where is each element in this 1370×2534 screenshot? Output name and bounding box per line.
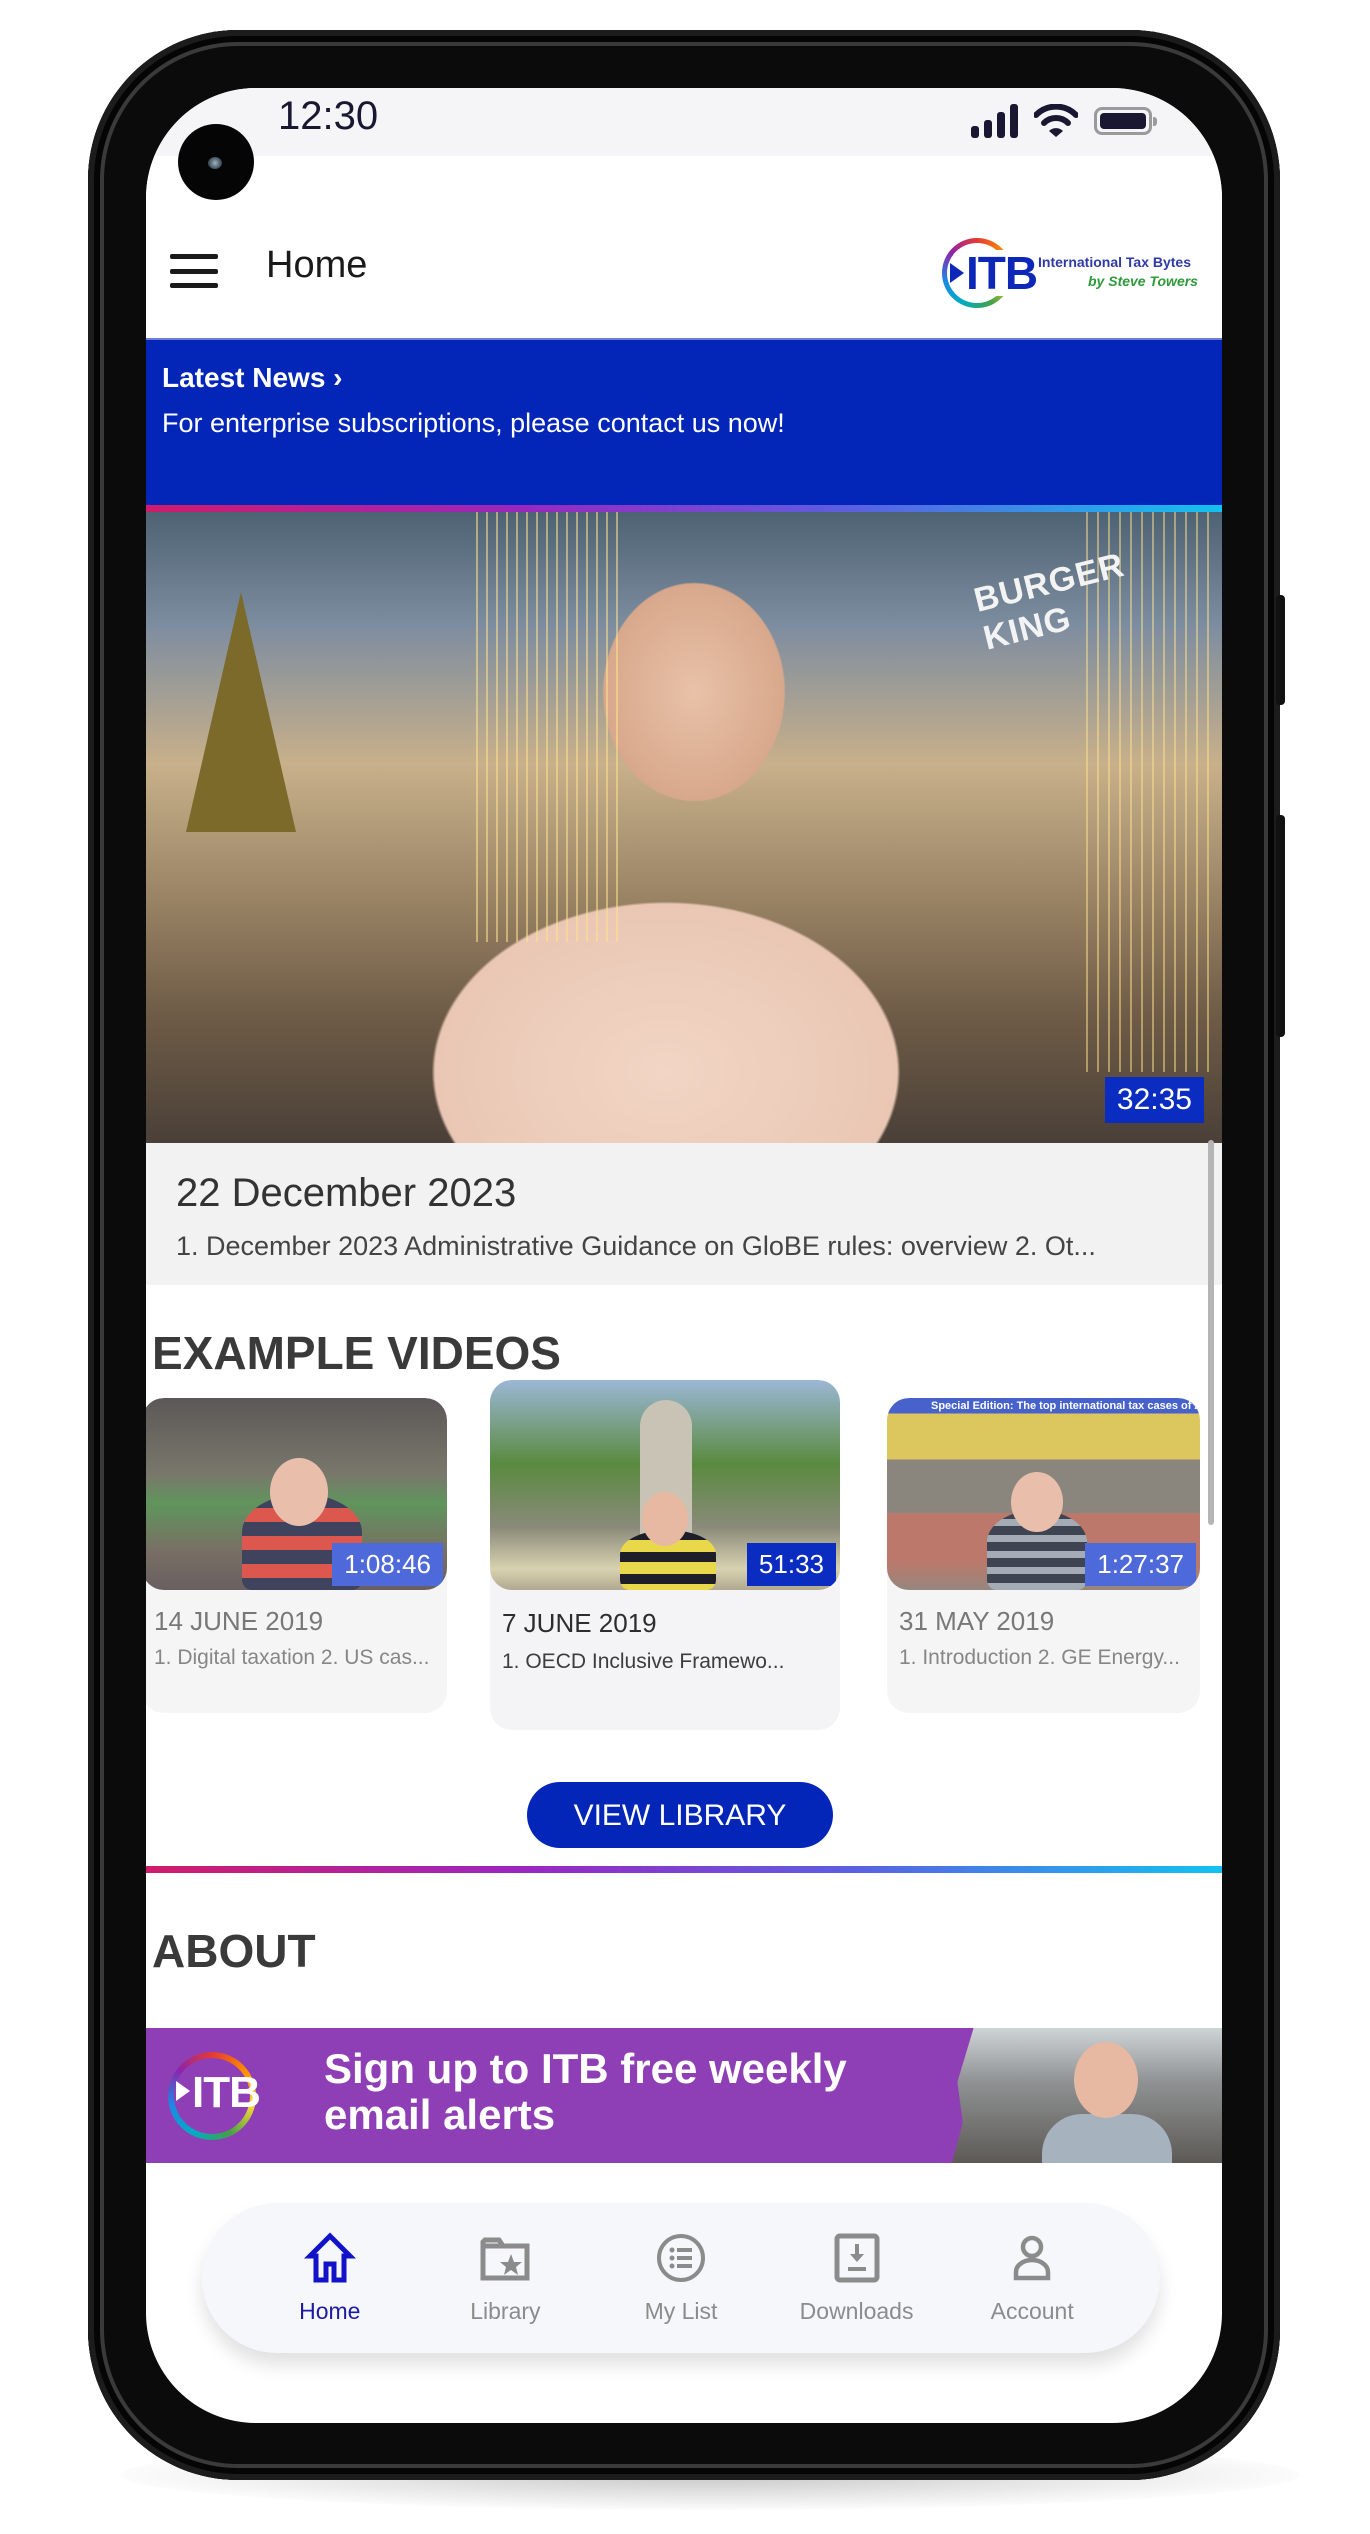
news-text: For enterprise subscriptions, please con… <box>162 408 785 438</box>
signal-icon <box>971 104 1018 138</box>
video-duration-badge: 51:33 <box>746 1543 836 1586</box>
nav-home[interactable]: Home <box>255 2231 405 2325</box>
video-description: 1. Introduction 2. GE Energy... <box>899 1646 1180 1669</box>
scrollbar[interactable] <box>1208 1140 1214 1525</box>
latest-news-link[interactable]: Latest News › <box>162 362 343 394</box>
status-icons <box>971 104 1157 138</box>
home-icon <box>303 2231 356 2282</box>
battery-icon <box>1094 107 1157 135</box>
power-button <box>1276 815 1285 1037</box>
video-card[interactable]: 1:08:46 14 JUNE 2019 1. Digital taxation… <box>146 1398 447 1713</box>
video-date: 31 MAY 2019 <box>899 1606 1055 1636</box>
promo-logo: ITB <box>176 2068 261 2118</box>
christmas-tree <box>186 592 296 832</box>
example-videos-heading: EXAMPLE VIDEOS <box>152 1327 561 1379</box>
page-title: Home <box>266 244 368 286</box>
account-icon <box>1013 2235 1051 2280</box>
about-heading: ABOUT <box>152 1925 316 1977</box>
featured-date: 22 December 2023 <box>176 1171 517 1215</box>
bottom-navigation: Home Library My List Downloads Account <box>202 2203 1160 2353</box>
list-circle-icon <box>656 2233 705 2282</box>
logo-mark: ITB <box>950 246 1038 300</box>
video-date: 14 JUNE 2019 <box>154 1606 324 1636</box>
folder-star-icon <box>480 2237 530 2280</box>
video-duration-badge: 1:27:37 <box>1085 1543 1196 1586</box>
status-bar: 12:30 <box>146 88 1222 156</box>
video-thumbnail: Special Edition: The top international t… <box>887 1398 1200 1590</box>
email-alerts-promo-banner[interactable]: ITB Sign up to ITB free weekly email ale… <box>146 2028 1222 2163</box>
gradient-divider <box>146 505 1222 512</box>
video-card[interactable]: Special Edition: The top international t… <box>887 1398 1200 1713</box>
nav-library[interactable]: Library <box>430 2232 580 2325</box>
wifi-icon <box>1034 104 1078 137</box>
front-camera <box>178 124 254 200</box>
latest-news-banner[interactable]: Latest News › For enterprise subscriptio… <box>146 338 1222 505</box>
featured-description: 1. December 2023 Administrative Guidance… <box>176 1231 1096 1261</box>
status-time: 12:30 <box>278 94 379 138</box>
nav-downloads[interactable]: Downloads <box>782 2232 932 2325</box>
featured-video-caption[interactable]: 22 December 2023 1. December 2023 Admini… <box>146 1143 1222 1285</box>
gradient-divider <box>146 1866 1222 1873</box>
video-description: 1. Digital taxation 2. US cas... <box>154 1646 430 1669</box>
video-card[interactable]: 51:33 7 JUNE 2019 1. OECD Inclusive Fram… <box>490 1380 840 1730</box>
video-description: 1. OECD Inclusive Framewo... <box>502 1650 785 1673</box>
view-library-button[interactable]: VIEW LIBRARY <box>527 1782 833 1848</box>
nav-my-list[interactable]: My List <box>606 2232 756 2325</box>
video-date: 7 JUNE 2019 <box>502 1608 657 1638</box>
itb-logo[interactable]: ITB International Tax Bytes by Steve Tow… <box>942 236 1202 312</box>
video-thumbnail: 51:33 <box>490 1380 840 1590</box>
nav-account[interactable]: Account <box>957 2232 1107 2325</box>
featured-video-thumbnail[interactable]: BURGER KING 32:35 <box>146 512 1222 1143</box>
download-icon <box>834 2233 880 2282</box>
promo-text: Sign up to ITB free weekly email alerts <box>324 2045 847 2138</box>
video-duration-badge: 32:35 <box>1104 1077 1204 1123</box>
volume-button <box>1276 595 1285 705</box>
logo-byline: by Steve Towers <box>1088 273 1198 289</box>
play-icon <box>950 262 964 283</box>
video-thumbnail: 1:08:46 <box>146 1398 447 1590</box>
hamburger-menu-icon[interactable] <box>170 254 218 288</box>
app-header: Home ITB International Tax Bytes by Stev… <box>146 156 1222 338</box>
logo-tagline: International Tax Bytes <box>1038 254 1192 270</box>
video-duration-badge: 1:08:46 <box>332 1543 443 1586</box>
play-icon <box>176 2081 190 2102</box>
presenter-photo <box>952 2028 1222 2163</box>
thumbnail-banner-text: Special Edition: The top international t… <box>931 1400 1200 1412</box>
app-screen: 12:30 Home ITB International Tax Bytes b… <box>146 88 1222 2423</box>
